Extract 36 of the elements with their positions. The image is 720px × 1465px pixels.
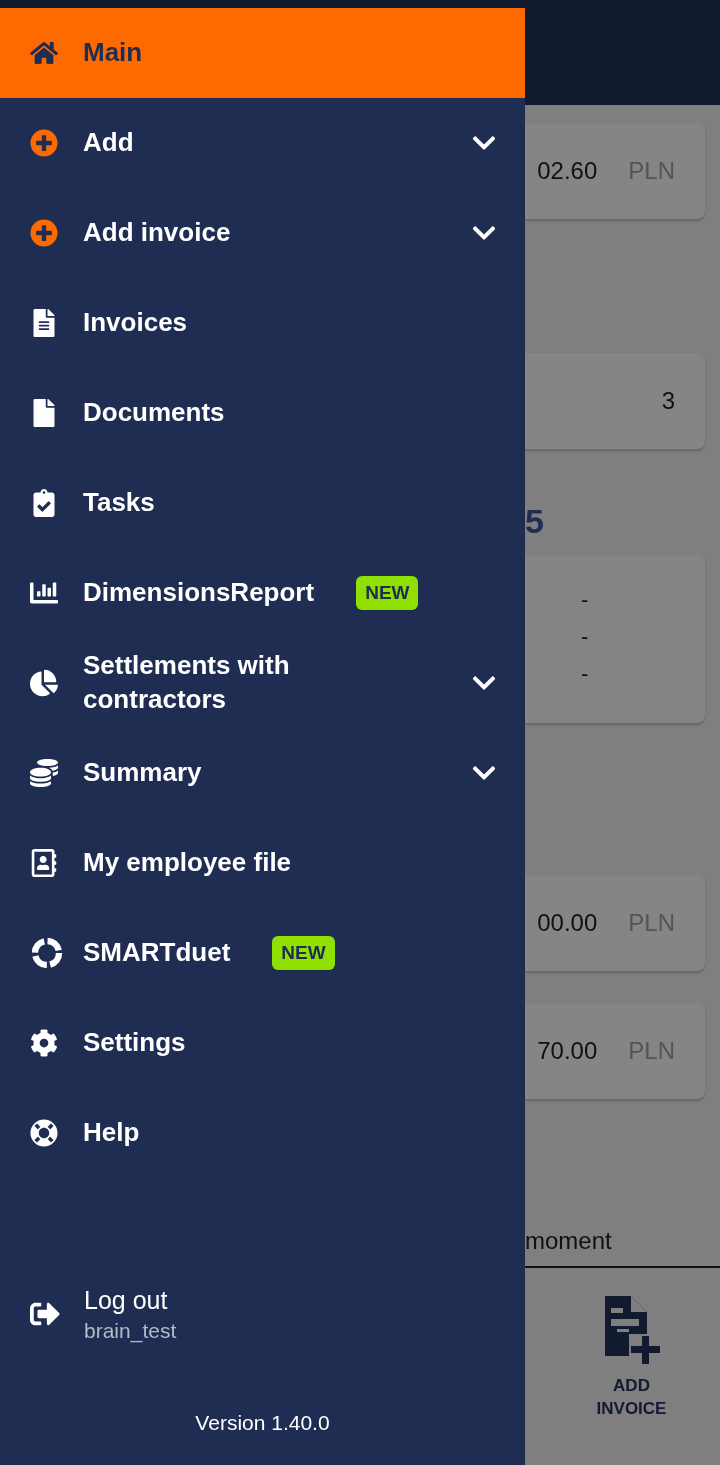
new-badge: NEW	[356, 576, 419, 610]
menu-item[interactable]: My employee file	[0, 818, 525, 908]
lifebuoy-icon	[30, 1119, 58, 1147]
menu-item[interactable]: Add	[0, 98, 525, 188]
coins-icon	[30, 759, 58, 787]
nav-label[interactable]: ADD INVOICE	[586, 1374, 677, 1420]
pie-chart-icon	[30, 669, 58, 697]
menu-item[interactable]: Summary	[0, 728, 525, 818]
empty-value: -	[581, 626, 589, 648]
menu-item[interactable]: DimensionsReport NEW	[0, 548, 525, 638]
menu-item[interactable]: Settings	[0, 998, 525, 1088]
contact-card-icon	[30, 849, 58, 877]
logout-item[interactable]: Log out brain_test	[0, 1279, 525, 1349]
version-text: Version 1.40.0	[194, 1411, 331, 1435]
menu-item[interactable]: Help	[0, 1088, 525, 1178]
menu-item[interactable]: Documents	[0, 368, 525, 458]
menu-item[interactable]: Add invoice	[0, 188, 525, 278]
settings-icon	[30, 1029, 58, 1057]
amount-value: 02.60	[537, 157, 598, 185]
logout-label: Log out	[84, 1285, 169, 1315]
menu-item[interactable]: Settlements with contractors	[0, 638, 525, 728]
ring-icon	[30, 936, 64, 970]
menu-item[interactable]: SMARTduet NEW	[0, 908, 525, 998]
amount-value: 00.00	[537, 909, 598, 937]
count-value: 3	[661, 387, 675, 415]
username: brain_test	[84, 1318, 177, 1343]
empty-value: -	[581, 663, 589, 685]
section-heading: 5	[525, 504, 545, 538]
new-badge: NEW	[272, 936, 335, 970]
empty-value: -	[581, 589, 589, 611]
menu-item[interactable]: Main	[0, 8, 525, 98]
menu-item[interactable]: Tasks	[0, 458, 525, 548]
note-text: moment	[525, 1227, 613, 1255]
amount-value: 70.00	[537, 1037, 598, 1065]
menu-item[interactable]: Invoices	[0, 278, 525, 368]
home-icon	[30, 39, 58, 67]
